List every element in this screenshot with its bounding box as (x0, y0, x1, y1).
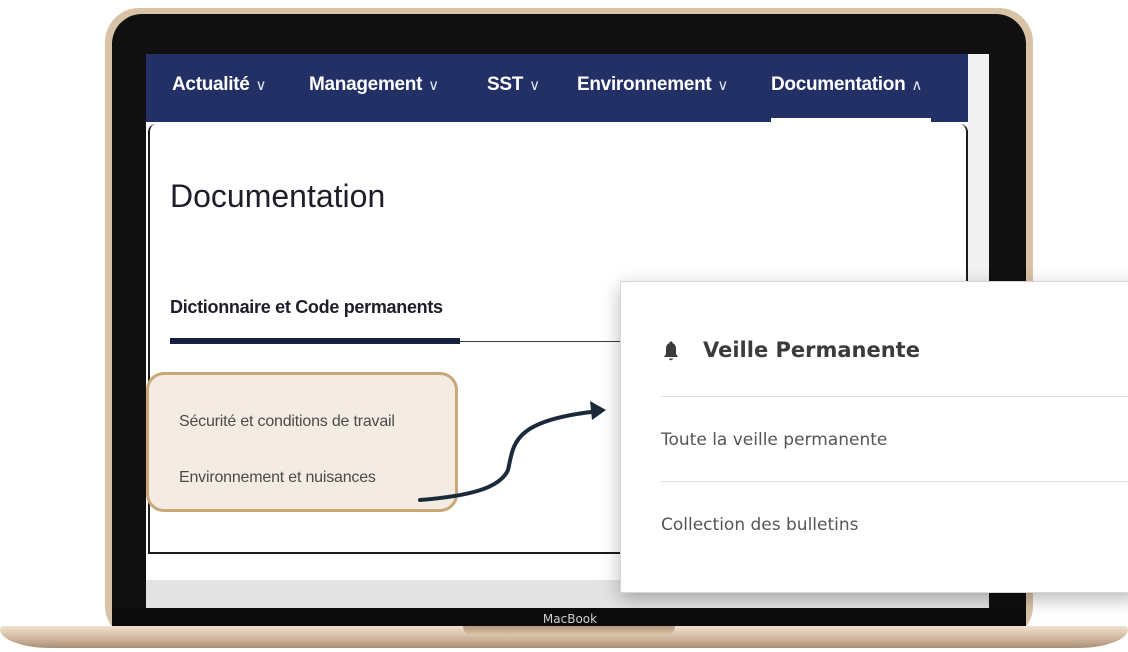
page-title: Documentation (170, 178, 386, 214)
nav-item-label: Management (309, 74, 423, 95)
link-securite-conditions-travail[interactable]: Sécurité et conditions de travail (179, 413, 395, 431)
nav-item-actualite[interactable]: Actualité ∨ (172, 74, 267, 96)
nav-item-label: Actualité (172, 74, 250, 95)
chevron-down-icon: ∨ (717, 77, 729, 94)
laptop-brand-label: MacBook (542, 612, 598, 626)
chevron-down-icon: ∨ (428, 77, 439, 94)
chevron-down-icon: ∨ (255, 77, 267, 94)
laptop-notch (463, 626, 675, 635)
nav-item-label: Environnement (577, 74, 712, 95)
highlighted-links-box: Sécurité et conditions de travail Enviro… (146, 372, 458, 512)
bell-icon (664, 341, 678, 361)
top-navigation-bar: Actualité ∨ Management ∨ SST ∨ Environnemen… (146, 54, 968, 122)
chevron-down-icon: ∨ (529, 77, 540, 94)
chevron-up-icon: ∧ (911, 77, 923, 94)
nav-item-label: SST (487, 74, 524, 95)
veille-dropdown: Veille Permanente Toute la veille perman… (620, 281, 1128, 593)
dropdown-divider (661, 396, 1128, 397)
nav-item-label: Documentation (771, 74, 906, 95)
link-environnement-nuisances[interactable]: Environnement et nuisances (179, 469, 376, 487)
nav-item-documentation[interactable]: Documentation ∧ (771, 74, 922, 96)
menu-item-toute-veille[interactable]: Toute la veille permanente (661, 430, 887, 450)
tab-dictionnaire-code-permanents[interactable]: Dictionnaire et Code permanents (170, 297, 443, 318)
menu-item-collection-bulletins[interactable]: Collection des bulletins (661, 515, 859, 535)
nav-item-environnement[interactable]: Environnement ∨ (577, 74, 728, 96)
nav-item-sst[interactable]: SST ∨ (487, 74, 540, 96)
dropdown-header: Veille Permanente (703, 338, 920, 362)
active-nav-indicator (771, 118, 931, 122)
active-tab-indicator (170, 338, 460, 344)
nav-item-management[interactable]: Management ∨ (309, 74, 439, 96)
dropdown-divider (661, 481, 1128, 482)
